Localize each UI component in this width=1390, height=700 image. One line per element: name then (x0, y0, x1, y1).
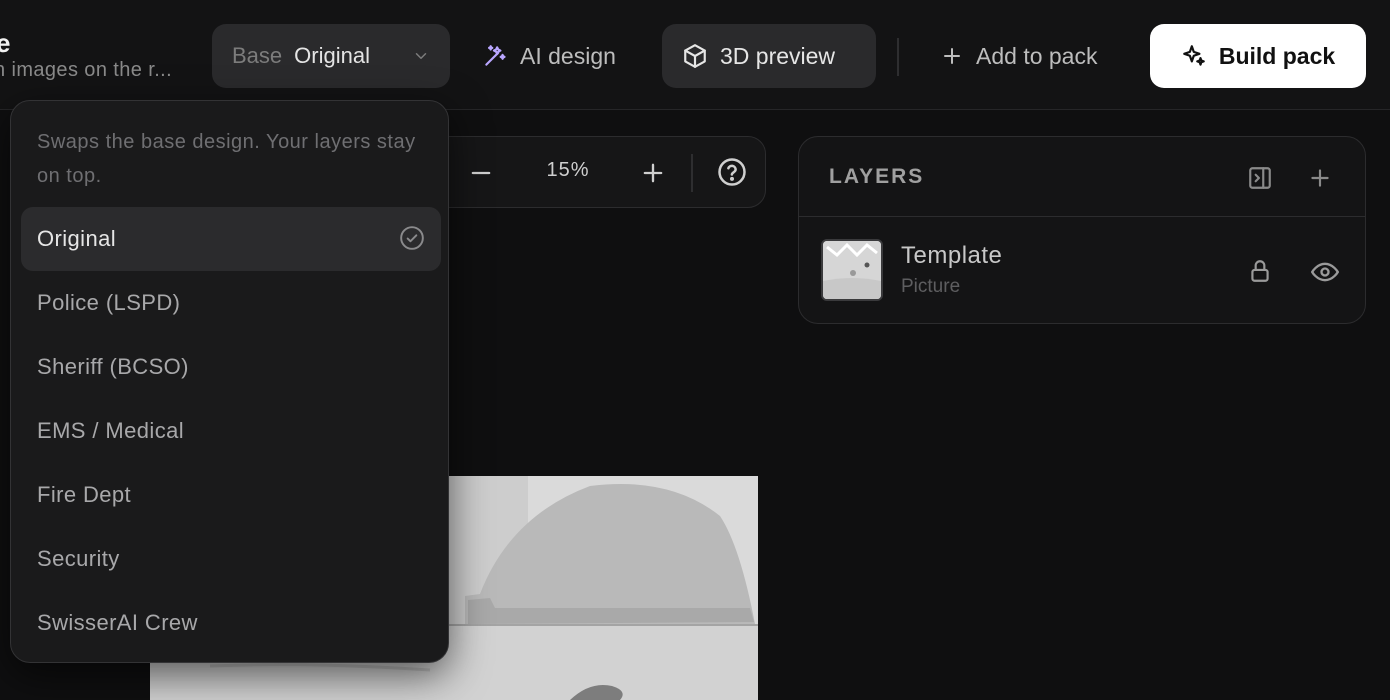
3d-preview-button[interactable]: 3D preview (662, 24, 876, 88)
option-label: Original (37, 226, 117, 251)
zoom-out-icon[interactable] (467, 159, 495, 187)
toolbar-divider (897, 38, 899, 76)
cube-icon (684, 44, 706, 68)
option-label: Police (LSPD) (37, 290, 181, 315)
dropdown-help-text: Swaps the base design. Your layers stay … (37, 131, 416, 187)
page-subtitle: n images on the r... (0, 59, 173, 81)
plus-icon (944, 48, 960, 64)
zoom-in-icon[interactable] (639, 159, 667, 187)
option-ems-medical[interactable]: EMS / Medical (21, 399, 441, 463)
top-toolbar: e n images on the r... Base Original AI … (0, 0, 1390, 110)
build-pack-button[interactable]: Build pack (1150, 24, 1366, 88)
ai-design-button[interactable]: AI design (462, 24, 636, 88)
build-pack-label: Build pack (1218, 42, 1336, 69)
layers-panel: LAYERS Template Picture (798, 136, 1366, 324)
add-layer-icon[interactable] (1307, 165, 1333, 191)
sparkle-icon (1183, 45, 1205, 66)
base-select-value: Original (294, 43, 370, 68)
panel-collapse-icon[interactable] (1247, 165, 1273, 191)
check-circle-icon (400, 226, 424, 250)
option-label: Sheriff (BCSO) (37, 354, 189, 379)
layer-name: Template (901, 242, 1003, 269)
layer-thumbnail (821, 239, 883, 301)
option-label: Fire Dept (37, 482, 132, 507)
lock-icon[interactable] (1247, 258, 1273, 284)
option-original[interactable]: Original (21, 207, 441, 271)
zoom-level: 15% (546, 159, 590, 181)
layers-header: LAYERS (799, 137, 1365, 217)
3d-preview-label: 3D preview (720, 42, 836, 69)
add-to-pack-button[interactable]: Add to pack (920, 24, 1117, 88)
layer-row[interactable]: Template Picture (799, 218, 1365, 323)
magic-wand-icon (485, 45, 506, 66)
add-to-pack-label: Add to pack (976, 42, 1098, 69)
base-design-select[interactable]: Base Original (212, 24, 450, 88)
base-design-dropdown: Swaps the base design. Your layers stay … (10, 100, 449, 663)
chevron-down-icon (415, 53, 427, 59)
option-sheriff-bcso[interactable]: Sheriff (BCSO) (21, 335, 441, 399)
option-swisserai-crew[interactable]: SwisserAI Crew (21, 591, 441, 655)
option-label: SwisserAI Crew (37, 610, 198, 635)
layers-title: LAYERS (829, 165, 925, 188)
base-select-label: Base (232, 43, 283, 68)
option-label: Security (37, 546, 120, 571)
help-icon[interactable] (717, 157, 747, 187)
layer-type: Picture (901, 276, 961, 297)
zoom-controls: 15% (420, 136, 766, 208)
option-police-lspd[interactable]: Police (LSPD) (21, 271, 441, 335)
option-fire-dept[interactable]: Fire Dept (21, 463, 441, 527)
zoom-divider (691, 154, 693, 192)
option-label: EMS / Medical (37, 418, 185, 443)
ai-design-label: AI design (520, 42, 616, 69)
option-security[interactable]: Security (21, 527, 441, 591)
eye-icon[interactable] (1311, 258, 1339, 286)
page-title: e (0, 28, 11, 58)
